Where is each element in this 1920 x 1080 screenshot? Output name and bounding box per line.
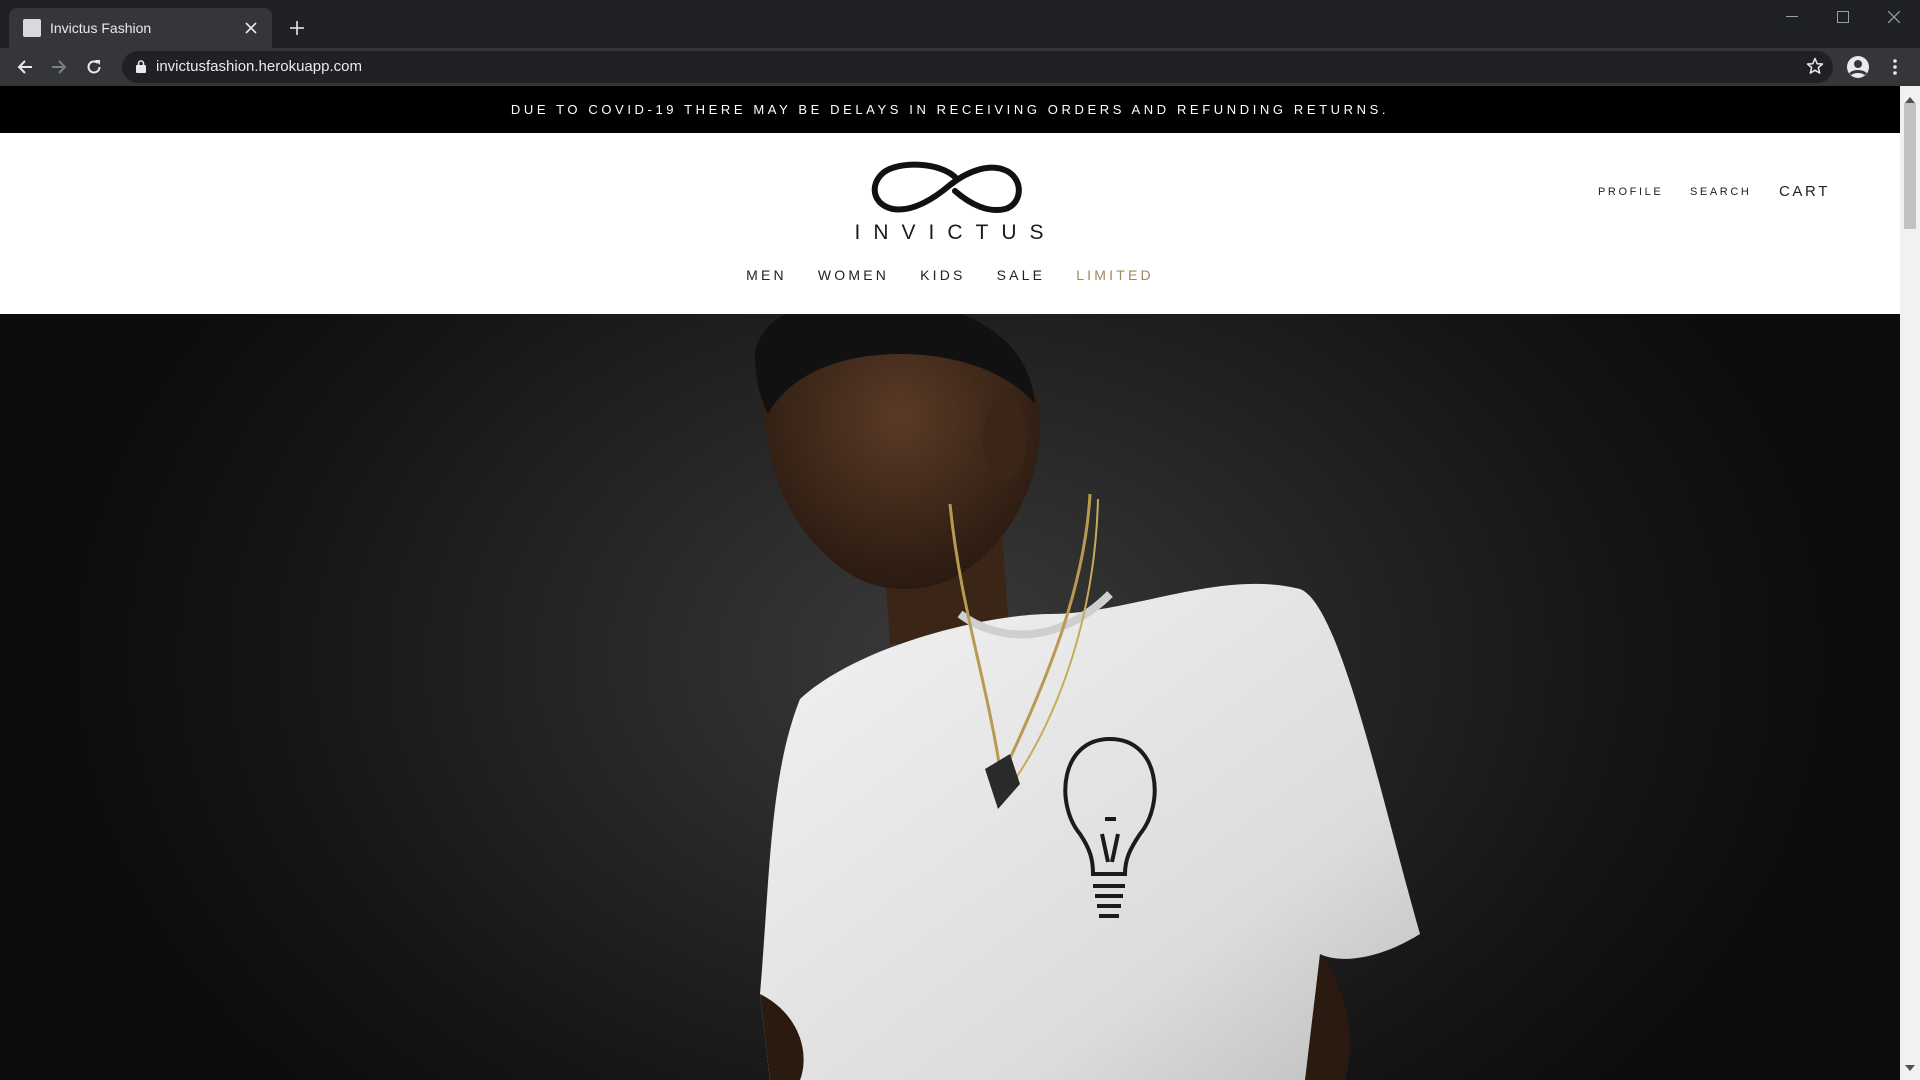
scroll-down-icon[interactable] (1905, 1058, 1915, 1076)
close-window-icon[interactable] (1869, 0, 1919, 34)
lock-icon (136, 60, 146, 78)
nav-women[interactable]: WOMEN (818, 267, 889, 283)
tab-title: Invictus Fashion (50, 20, 152, 36)
back-icon[interactable] (10, 52, 40, 82)
nav-sale[interactable]: SALE (997, 267, 1046, 283)
site-header: INVICTUS MEN WOMEN KIDS SALE LIMITED PRO… (0, 133, 1900, 314)
browser-tabbar: Invictus Fashion (0, 0, 1920, 48)
main-nav: MEN WOMEN KIDS SALE LIMITED (0, 267, 1900, 283)
infinity-logo-icon (871, 161, 1022, 213)
browser-menu-icon[interactable] (1880, 52, 1910, 82)
close-tab-icon[interactable] (240, 17, 262, 39)
browser-tab[interactable]: Invictus Fashion (9, 8, 272, 48)
minimize-icon[interactable] (1767, 0, 1817, 34)
favicon-icon (23, 19, 41, 37)
announcement-bar: DUE TO COVID-19 THERE MAY BE DELAYS IN R… (0, 86, 1900, 133)
hero-banner[interactable] (0, 314, 1900, 1080)
logo-text: INVICTUS (854, 221, 1057, 244)
nav-men[interactable]: MEN (746, 267, 787, 283)
profile-avatar-icon[interactable] (1843, 52, 1873, 82)
nav-limited[interactable]: LIMITED (1076, 267, 1154, 283)
url-text: invictusfashion.herokuapp.com (156, 58, 362, 75)
cart-link[interactable]: CART (1779, 183, 1830, 200)
maximize-icon[interactable] (1818, 0, 1868, 34)
bookmark-star-icon[interactable] (1805, 56, 1825, 81)
profile-link[interactable]: PROFILE (1598, 186, 1663, 198)
scrollbar-thumb[interactable] (1904, 103, 1916, 229)
reload-icon[interactable] (79, 52, 109, 82)
hero-photo (755, 314, 1420, 1080)
site-logo[interactable]: INVICTUS (835, 157, 1065, 247)
nav-kids[interactable]: KIDS (920, 267, 965, 283)
page-viewport: DUE TO COVID-19 THERE MAY BE DELAYS IN R… (0, 86, 1920, 1080)
new-tab-icon[interactable] (284, 15, 310, 41)
page-scrollbar[interactable] (1900, 86, 1920, 1080)
forward-icon[interactable] (44, 52, 74, 82)
address-bar[interactable]: invictusfashion.herokuapp.com (122, 51, 1833, 83)
browser-toolbar: invictusfashion.herokuapp.com (0, 48, 1920, 86)
search-link[interactable]: SEARCH (1690, 186, 1751, 198)
